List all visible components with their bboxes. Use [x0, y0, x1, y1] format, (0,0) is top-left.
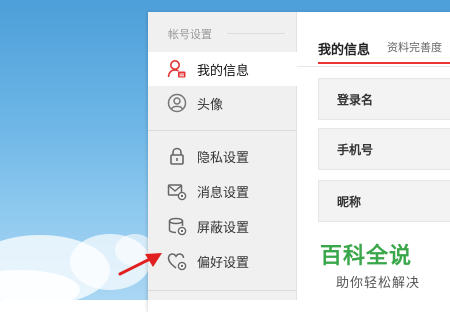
sidebar-item-block-settings[interactable]: 屏蔽设置	[148, 209, 296, 243]
baike-watermark: 百科全说 助你轻松解决	[316, 238, 446, 294]
field-label: 手机号	[337, 142, 374, 157]
settings-sidebar: 帐号设置 我的信息 头像 隐私设置 消息设置 屏蔽设置 偏好设置	[148, 12, 297, 300]
sidebar-item-avatar[interactable]: 头像	[148, 86, 296, 120]
block-settings-icon	[167, 216, 187, 236]
tab-bar: 我的信息 资料完善度	[297, 12, 450, 67]
nickname-field: 昵称	[318, 180, 450, 222]
sidebar-item-label: 屏蔽设置	[197, 220, 250, 236]
message-settings-icon	[167, 181, 187, 201]
sidebar-item-label: 我的信息	[197, 63, 250, 79]
field-label: 登录名	[337, 92, 374, 107]
group-title-divider	[227, 33, 285, 34]
phone-number-field: 手机号	[318, 128, 450, 170]
sidebar-divider	[148, 290, 296, 291]
watermark-title: 百科全说	[320, 244, 413, 269]
sidebar-item-my-info[interactable]: 我的信息	[148, 52, 297, 86]
account-settings-group-title: 帐号设置	[168, 28, 212, 41]
sidebar-item-label: 头像	[197, 97, 224, 113]
active-tab-underline	[318, 62, 450, 64]
watermark-subtitle: 助你轻松解决	[336, 276, 421, 291]
field-label: 昵称	[337, 194, 362, 209]
sidebar-item-privacy[interactable]: 隐私设置	[148, 139, 296, 173]
sidebar-item-message-settings[interactable]: 消息设置	[148, 174, 296, 208]
tab-my-info[interactable]: 我的信息	[318, 39, 370, 58]
sidebar-item-label: 偏好设置	[197, 255, 250, 271]
heart-settings-icon	[167, 251, 187, 271]
sidebar-divider	[148, 130, 296, 131]
red-arrow-annotation	[118, 253, 162, 276]
tab-profile-completeness[interactable]: 资料完善度	[387, 39, 442, 55]
avatar-icon	[167, 93, 187, 113]
sidebar-item-label: 消息设置	[197, 185, 250, 201]
sidebar-item-label: 隐私设置	[197, 150, 250, 166]
login-name-field: 登录名	[318, 78, 450, 120]
lock-icon	[167, 146, 187, 166]
user-icon	[167, 59, 187, 79]
sidebar-item-preference-settings[interactable]: 偏好设置	[148, 244, 296, 278]
